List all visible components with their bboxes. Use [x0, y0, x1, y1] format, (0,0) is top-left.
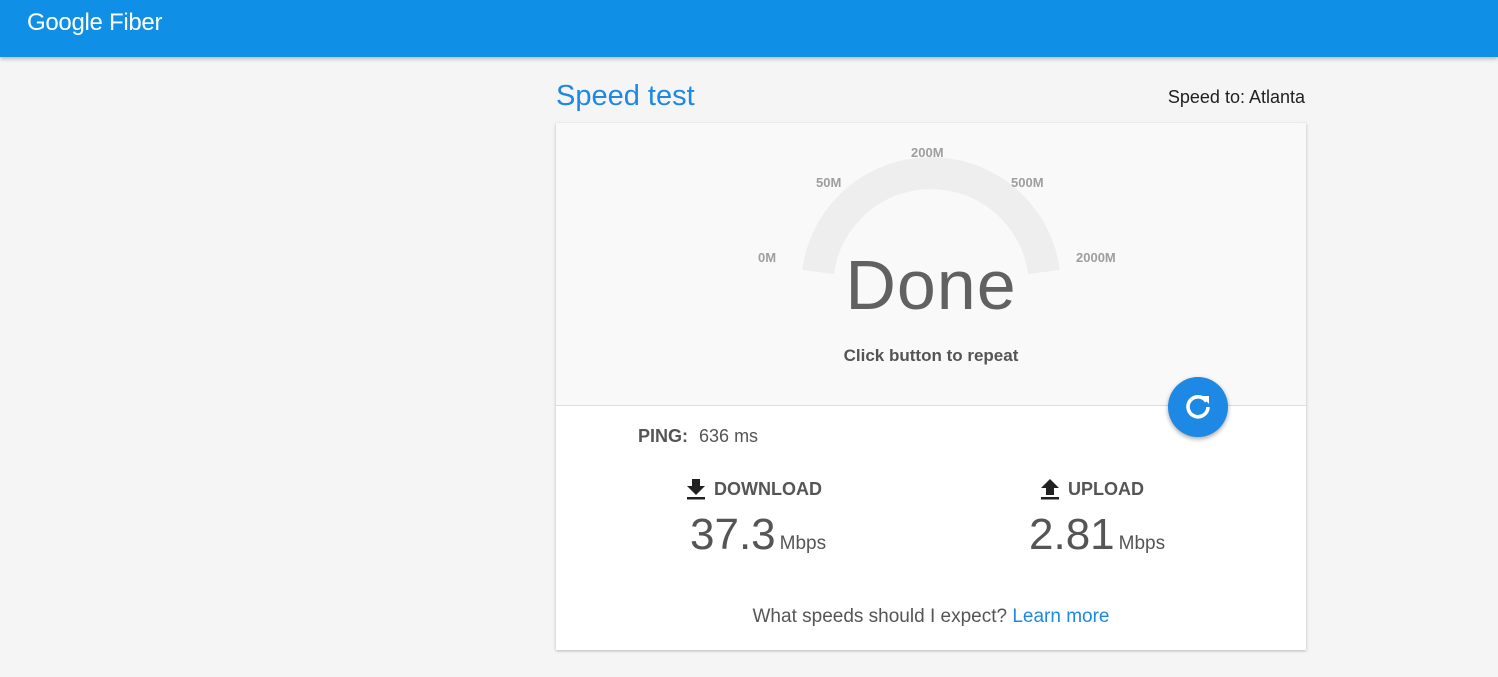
refresh-icon	[1186, 394, 1210, 419]
upload-label: UPLOAD	[1068, 478, 1144, 499]
google-fiber-logo[interactable]: Google Fiber	[27, 9, 162, 37]
download-value: 37.3	[690, 510, 776, 559]
repeat-test-button[interactable]	[1168, 377, 1228, 437]
speed-test-card: 0M 50M 200M 500M 2000M Done Click button…	[556, 123, 1306, 650]
gauge-tick-200m: 200M	[911, 145, 944, 160]
download-icon	[687, 479, 705, 500]
speed-to-server: Speed to: Atlanta	[1167, 87, 1305, 107]
ping-label: PING:	[638, 426, 689, 446]
ping-value: 636 ms	[699, 426, 759, 446]
upload-unit: Mbps	[1118, 533, 1166, 554]
gauge-panel: 0M 50M 200M 500M 2000M Done Click button…	[556, 123, 1306, 406]
repeat-hint: Click button to repeat	[843, 346, 1019, 365]
gauge-tick-50m: 50M	[816, 175, 842, 190]
ping-row: PING: 636 ms	[638, 426, 758, 447]
upload-metric: UPLOAD 2.81 Mbps	[1029, 478, 1260, 560]
upload-value: 2.81	[1029, 510, 1115, 559]
download-label: DOWNLOAD	[714, 478, 822, 499]
expectations-question: What speeds should I expect?	[752, 606, 1008, 627]
gauge-tick-500m: 500M	[1011, 175, 1044, 190]
test-status: Done	[845, 246, 1017, 324]
page-title: Speed test	[556, 80, 695, 112]
learn-more-link[interactable]: Learn more	[1012, 606, 1109, 627]
upload-icon	[1041, 479, 1059, 500]
expectations-footer: What speeds should I expect? Learn more	[556, 606, 1306, 628]
download-unit: Mbps	[779, 533, 827, 554]
download-metric: DOWNLOAD 37.3 Mbps	[686, 478, 906, 560]
top-app-bar: Google Fiber	[0, 0, 1498, 57]
